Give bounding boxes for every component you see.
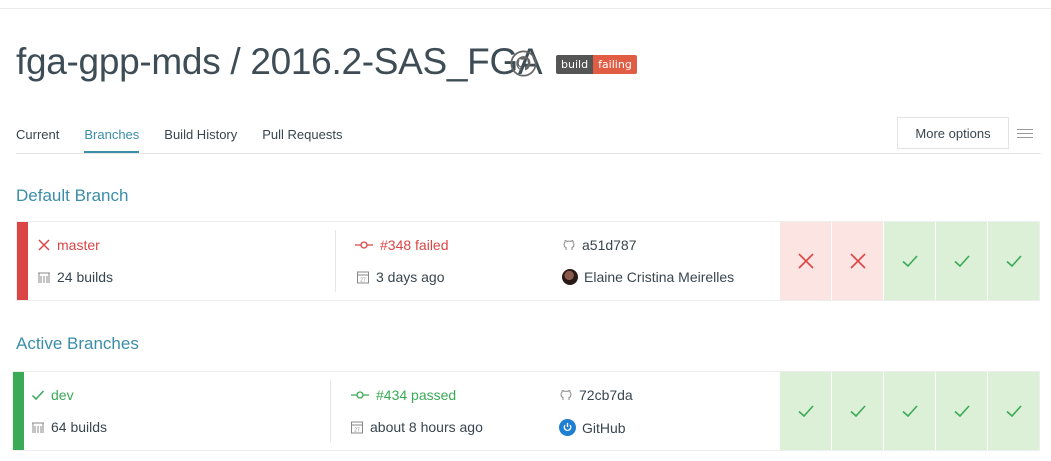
check-icon bbox=[1005, 405, 1022, 418]
last-build-status-label: #348 failed bbox=[380, 237, 449, 253]
failed-status-stripe bbox=[17, 222, 28, 300]
build-history-cell-passed[interactable] bbox=[987, 222, 1039, 300]
column-divider bbox=[330, 380, 331, 442]
repo-tabs: Current Branches Build History Pull Requ… bbox=[16, 125, 367, 153]
svg-text:27: 27 bbox=[354, 428, 360, 434]
last-build-time: 27 about 8 hours ago bbox=[350, 419, 483, 435]
svg-text:27: 27 bbox=[360, 278, 366, 284]
cross-icon bbox=[849, 253, 866, 269]
calendar-icon: 27 bbox=[357, 271, 369, 284]
build-history-cells bbox=[779, 222, 1039, 300]
branch-name-label: dev bbox=[51, 387, 74, 403]
last-build-time-label: about 8 hours ago bbox=[370, 419, 483, 435]
tab-current[interactable]: Current bbox=[16, 125, 59, 153]
github-icon[interactable] bbox=[510, 50, 537, 77]
tab-branches[interactable]: Branches bbox=[84, 125, 140, 153]
tab-build-history[interactable]: Build History bbox=[164, 125, 237, 153]
last-build-status-label: #434 passed bbox=[376, 387, 457, 403]
check-icon bbox=[901, 255, 918, 268]
last-build-status[interactable]: #434 passed bbox=[350, 387, 456, 403]
builds-icon bbox=[38, 272, 50, 283]
repo-title[interactable]: fga-gpp-mds / 2016.2-SAS_FGA bbox=[16, 38, 543, 86]
build-history-cell-passed[interactable] bbox=[779, 372, 831, 450]
commit-icon bbox=[351, 391, 369, 399]
check-icon bbox=[901, 405, 918, 418]
badge-status: failing bbox=[593, 55, 637, 74]
branch-name[interactable]: master bbox=[37, 237, 100, 253]
commit-sha-label: a51d787 bbox=[582, 237, 637, 253]
github-small-icon bbox=[560, 389, 572, 400]
build-history-cell-passed[interactable] bbox=[831, 372, 883, 450]
builds-count-label: 64 builds bbox=[51, 419, 108, 435]
tabs-divider bbox=[16, 153, 1041, 154]
branch-row-dev[interactable]: dev 64 builds #434 passed 27 about 8 hou… bbox=[12, 371, 1040, 451]
column-divider bbox=[335, 230, 336, 292]
commit-author-label: Elaine Cristina Meirelles bbox=[584, 269, 735, 285]
github-small-icon bbox=[563, 239, 575, 250]
build-history-cell-failed[interactable] bbox=[831, 222, 883, 300]
build-history-cell-passed[interactable] bbox=[883, 372, 935, 450]
hamburger-menu-icon[interactable] bbox=[1009, 117, 1041, 149]
last-build-time-label: 3 days ago bbox=[376, 269, 445, 285]
builds-count-label: 24 builds bbox=[57, 269, 114, 285]
commit-sha[interactable]: a51d787 bbox=[562, 237, 637, 253]
commit-sha-label: 72cb7da bbox=[579, 387, 633, 403]
passed-status-stripe bbox=[13, 372, 24, 450]
commit-sha[interactable]: 72cb7da bbox=[559, 387, 633, 403]
check-icon bbox=[1005, 255, 1022, 268]
branch-name-label: master bbox=[57, 237, 100, 253]
build-history-cell-failed[interactable] bbox=[779, 222, 831, 300]
commit-icon bbox=[355, 241, 373, 249]
branch-row-master[interactable]: master 24 builds #348 failed 27 3 days a… bbox=[16, 221, 1040, 301]
builds-icon bbox=[32, 422, 44, 433]
last-build-status[interactable]: #348 failed bbox=[354, 237, 449, 253]
build-history-cell-passed[interactable] bbox=[935, 372, 987, 450]
author-avatar bbox=[562, 269, 578, 285]
commit-author-label: GitHub bbox=[582, 419, 626, 436]
github-avatar-icon bbox=[559, 419, 576, 436]
build-history-cells bbox=[779, 372, 1039, 450]
last-build-time: 27 3 days ago bbox=[356, 269, 445, 285]
build-history-cell-passed[interactable] bbox=[987, 372, 1039, 450]
check-icon bbox=[953, 405, 970, 418]
check-icon bbox=[797, 405, 814, 418]
branch-name[interactable]: dev bbox=[31, 387, 74, 403]
check-icon bbox=[953, 255, 970, 268]
tab-pull-requests[interactable]: Pull Requests bbox=[262, 125, 342, 153]
build-status-badge[interactable]: build failing bbox=[556, 55, 637, 74]
active-branches-heading: Active Branches bbox=[16, 334, 139, 353]
top-divider bbox=[0, 8, 1051, 9]
default-branch-heading: Default Branch bbox=[16, 186, 129, 205]
commit-author: GitHub bbox=[559, 419, 626, 436]
build-history-cell-passed[interactable] bbox=[883, 222, 935, 300]
builds-count: 64 builds bbox=[31, 419, 107, 435]
check-icon bbox=[849, 405, 866, 418]
cross-icon bbox=[38, 239, 50, 251]
more-options-button[interactable]: More options bbox=[897, 117, 1009, 149]
badge-label: build bbox=[556, 55, 594, 74]
calendar-icon: 27 bbox=[351, 421, 363, 434]
build-history-cell-passed[interactable] bbox=[935, 222, 987, 300]
check-icon bbox=[31, 390, 45, 401]
commit-author: Elaine Cristina Meirelles bbox=[562, 269, 734, 285]
cross-icon bbox=[797, 253, 814, 269]
builds-count: 24 builds bbox=[37, 269, 113, 285]
